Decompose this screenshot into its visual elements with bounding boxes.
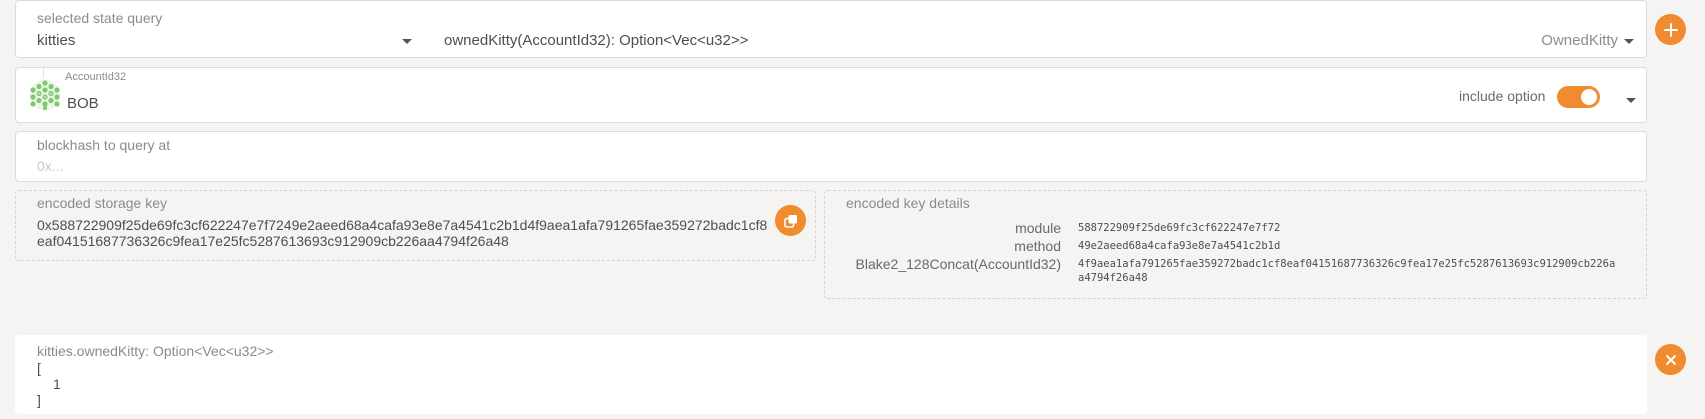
encoded-storage-key-box: encoded storage key 0x588722909f25de69fc… — [15, 190, 816, 261]
account-label: AccountId32 — [65, 71, 127, 83]
account-chevron-down-icon[interactable] — [1626, 98, 1636, 103]
add-query-button[interactable] — [1655, 14, 1686, 45]
blockhash-input-panel[interactable]: blockhash to query at 0x... — [15, 131, 1647, 182]
plus-icon — [1663, 22, 1678, 37]
query-result-panel: kitties.ownedKitty: Option<Vec<u32>> [ 1… — [15, 335, 1647, 414]
module-chevron-down-icon — [402, 39, 412, 44]
encoded-storage-key-line-2: eaf04151687736326c9fea17e25fc5287613693c… — [37, 233, 509, 249]
module-value: kitties — [37, 32, 76, 49]
blockhash-label: blockhash to query at — [37, 137, 171, 153]
detail-value-method: 49e2aeed68a4cafa93e8e7a4541c2b1d — [1078, 240, 1281, 252]
identicon-avatar — [29, 79, 61, 111]
result-value: [ 1 ] — [37, 360, 61, 408]
include-option-label: include option — [1459, 88, 1546, 104]
detail-key-method: method — [1014, 238, 1061, 254]
close-icon — [1665, 354, 1676, 365]
account-value[interactable]: BOB — [67, 95, 99, 112]
remove-result-button[interactable] — [1655, 344, 1686, 375]
result-line-open: [ — [37, 360, 41, 376]
method-type-value: OwnedKitty — [1541, 32, 1618, 49]
detail-value-module: 588722909f25de69fc3cf622247e7f72 — [1078, 222, 1281, 234]
module-dropdown[interactable]: kitties — [16, 1, 416, 59]
method-chevron-down-icon — [1624, 39, 1634, 44]
result-line-item: 1 — [53, 376, 61, 392]
copy-button[interactable] — [775, 205, 806, 236]
detail-key-module: module — [1015, 220, 1061, 236]
method-dropdown[interactable]: ownedKitty(AccountId32): Option<Vec<u32>… — [436, 1, 1648, 59]
result-line-close: ] — [37, 392, 41, 408]
encoded-storage-key-label: encoded storage key — [37, 195, 167, 211]
encoded-storage-key-value: 0x588722909f25de69fc3cf622247e7f7249e2ae… — [37, 217, 797, 249]
toggle-knob — [1581, 89, 1597, 105]
detail-value-hasher: 4f9aea1afa791265fae359272badc1cf8eaf0415… — [1078, 258, 1616, 284]
encoded-storage-key-line-1: 0x588722909f25de69fc3cf622247e7f7249e2ae… — [37, 217, 768, 233]
include-option-toggle[interactable] — [1557, 86, 1600, 108]
state-query-selector: selected state query kitties ownedKitty(… — [15, 0, 1647, 58]
result-label: kitties.ownedKitty: Option<Vec<u32>> — [37, 343, 274, 359]
blockhash-placeholder: 0x... — [37, 158, 64, 174]
account-input-panel: AccountId32 BOB include option — [15, 67, 1647, 123]
copy-icon — [783, 214, 797, 228]
method-value: ownedKitty(AccountId32): Option<Vec<u32>… — [444, 32, 749, 49]
detail-key-hasher: Blake2_128Concat(AccountId32) — [855, 256, 1061, 272]
encoded-key-details-label: encoded key details — [846, 195, 970, 211]
account-divider — [43, 68, 44, 78]
encoded-key-details-box: encoded key details module 588722909f25d… — [824, 190, 1647, 299]
